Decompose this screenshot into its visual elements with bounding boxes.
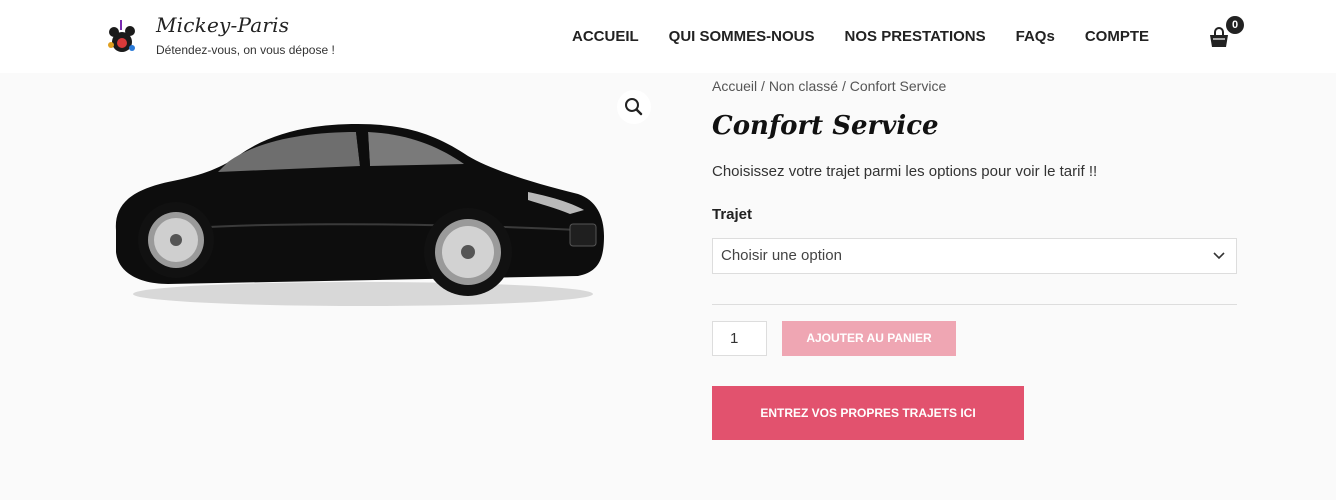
quantity-input[interactable]: 1 [712,321,767,356]
product-title: Confort Service [712,111,939,141]
nav-qui-sommes-nous[interactable]: QUI SOMMES-NOUS [669,28,815,45]
breadcrumb-separator: / [838,78,850,94]
breadcrumb-current: Confort Service [849,78,947,94]
breadcrumb-category[interactable]: Non classé [769,78,838,94]
trajet-label: Trajet [712,206,753,223]
divider [712,304,1237,305]
site-logo[interactable] [104,18,138,56]
nav-accueil[interactable]: ACCUEIL [572,28,639,45]
breadcrumb-separator: / [757,78,769,94]
trajet-select[interactable]: Choisir une option [712,238,1237,274]
breadcrumb-home[interactable]: Accueil [712,78,757,94]
breadcrumb: Accueil / Non classé / Confort Service [712,78,946,94]
main-nav: ACCUEIL QUI SOMMES-NOUS NOS PRESTATIONS … [572,28,1179,45]
own-trips-button[interactable]: ENTREZ VOS PROPRES TRAJETS ICI [712,386,1024,440]
site-header: Mickey-Paris Détendez-vous, on vous dépo… [0,0,1336,73]
nav-nos-prestations[interactable]: NOS PRESTATIONS [845,28,986,45]
zoom-button[interactable] [617,90,651,124]
trajet-select-value: Choisir une option [721,247,842,264]
product-image [115,124,605,306]
site-title[interactable]: Mickey-Paris [156,13,289,37]
magnifier-icon [625,98,643,116]
nav-compte[interactable]: COMPTE [1085,28,1149,45]
product-description: Choisissez votre trajet parmi les option… [712,163,1098,180]
shopping-bag-icon[interactable] [1208,27,1230,49]
site-tagline: Détendez-vous, on vous dépose ! [156,43,335,57]
nav-faqs[interactable]: FAQs [1016,28,1055,45]
add-to-cart-button[interactable]: AJOUTER AU PANIER [782,321,956,356]
chevron-down-icon [1213,252,1225,260]
cart-count-badge: 0 [1226,16,1244,34]
